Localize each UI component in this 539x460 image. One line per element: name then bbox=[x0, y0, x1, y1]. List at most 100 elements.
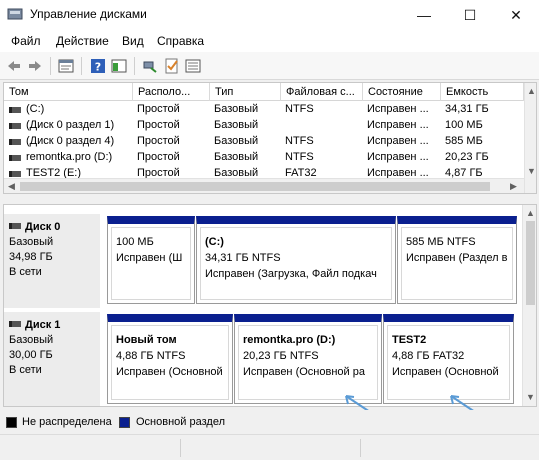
volume-name: remontka.pro (D:) bbox=[26, 151, 113, 163]
disk-name: Диск 0 bbox=[25, 221, 61, 233]
disk-0-info[interactable]: Диск 0 Базовый 34,98 ГБ В сети bbox=[4, 214, 100, 308]
volume-layout: Простой bbox=[137, 119, 180, 131]
toolbar-separator bbox=[50, 57, 51, 75]
maximize-button[interactable]: ☐ bbox=[447, 0, 493, 30]
volume-capacity: 34,31 ГБ bbox=[445, 103, 489, 115]
volume-status: Исправен ... bbox=[367, 103, 429, 115]
disk-0-title: Диск 0 bbox=[9, 220, 100, 235]
legend: Не распределена Основной раздел bbox=[0, 410, 539, 434]
volume-icon bbox=[9, 155, 21, 161]
column-header-filesystem[interactable]: Файловая с... bbox=[281, 83, 363, 101]
scroll-down-icon[interactable]: ▼ bbox=[526, 392, 535, 402]
disk-map-scroll-thumb[interactable] bbox=[526, 221, 535, 305]
partition-disk1-test2[interactable]: TEST2 4,88 ГБ FAT32 Исправен (Основной bbox=[383, 314, 514, 404]
partition-disk0-1[interactable]: 100 МБ Исправен (Ш bbox=[107, 216, 195, 304]
toolbar-separator bbox=[134, 57, 135, 75]
scroll-right-icon[interactable]: ▶ bbox=[510, 181, 517, 192]
partition-body: TEST2 4,88 ГБ FAT32 Исправен (Основной bbox=[387, 325, 510, 400]
legend-label-unallocated: Не распределена bbox=[22, 416, 112, 428]
partition-size: 20,23 ГБ NTFS bbox=[243, 350, 319, 362]
column-header-status[interactable]: Состояние bbox=[363, 83, 441, 101]
volume-layout: Простой bbox=[137, 103, 180, 115]
scroll-up-icon[interactable]: ▲ bbox=[526, 208, 535, 218]
table-row[interactable]: (Диск 0 раздел 4) Простой Базовый NTFS И… bbox=[4, 134, 524, 150]
scroll-left-icon[interactable]: ◀ bbox=[8, 181, 15, 192]
partition-name: (C:) bbox=[205, 236, 224, 248]
column-header-type[interactable]: Тип bbox=[210, 83, 281, 101]
menu-help[interactable]: Справка bbox=[157, 34, 204, 48]
vertical-scrollbar[interactable]: ▲ ▼ bbox=[524, 83, 536, 193]
volume-layout: Простой bbox=[137, 135, 180, 147]
volume-icon bbox=[9, 171, 21, 177]
partition-size: 100 МБ bbox=[116, 236, 154, 248]
partition-disk1-remontka[interactable]: remontka.pro (D:) 20,23 ГБ NTFS Исправен… bbox=[234, 314, 382, 404]
partition-status: Исправен (Основной bbox=[392, 366, 499, 378]
disk-status: В сети bbox=[9, 364, 42, 376]
properties-icon[interactable] bbox=[58, 58, 74, 74]
column-header-capacity[interactable]: Емкость bbox=[441, 83, 524, 101]
disk-1-info[interactable]: Диск 1 Базовый 30,00 ГБ В сети bbox=[4, 312, 100, 406]
partition-size: 34,31 ГБ NTFS bbox=[205, 252, 281, 264]
close-button[interactable]: ✕ bbox=[493, 0, 539, 30]
partition-disk0-c[interactable]: (C:) 34,31 ГБ NTFS Исправен (Загрузка, Ф… bbox=[196, 216, 396, 304]
volume-filesystem: NTFS bbox=[285, 103, 314, 115]
table-row[interactable]: remontka.pro (D:) Простой Базовый NTFS И… bbox=[4, 150, 524, 166]
partition-name: remontka.pro (D:) bbox=[243, 334, 336, 346]
menu-file[interactable]: Файл bbox=[11, 34, 41, 48]
volume-icon bbox=[9, 139, 21, 145]
back-arrow-icon[interactable] bbox=[6, 58, 22, 74]
title-bar: Управление дисками — ☐ ✕ bbox=[0, 0, 539, 30]
partition-status: Исправен (Раздел в bbox=[406, 252, 508, 264]
partition-body: 100 МБ Исправен (Ш bbox=[111, 227, 191, 300]
disk-type: Базовый bbox=[9, 236, 54, 248]
toolbar: ? bbox=[0, 52, 539, 80]
menu-view[interactable]: Вид bbox=[122, 34, 144, 48]
horizontal-scroll-thumb[interactable] bbox=[20, 182, 490, 191]
disk-status: В сети bbox=[9, 266, 42, 278]
volume-icon bbox=[9, 107, 21, 113]
scroll-up-icon[interactable]: ▲ bbox=[527, 86, 536, 96]
column-header-volume[interactable]: Том bbox=[4, 83, 133, 101]
partition-body: 585 МБ NTFS Исправен (Раздел в bbox=[401, 227, 513, 300]
volume-icon bbox=[9, 123, 21, 129]
connect-icon[interactable] bbox=[142, 58, 158, 74]
list-view-icon[interactable] bbox=[185, 58, 201, 74]
volume-status: Исправен ... bbox=[367, 135, 429, 147]
column-header-layout[interactable]: Располо... bbox=[133, 83, 210, 101]
volume-name: (Диск 0 раздел 1) bbox=[26, 119, 115, 131]
volume-name: (C:) bbox=[26, 103, 45, 115]
partition-size: 4,88 ГБ FAT32 bbox=[392, 350, 465, 362]
partition-status: Исправен (Загрузка, Файл подкач bbox=[205, 268, 377, 280]
partition-size: 585 МБ NTFS bbox=[406, 236, 476, 248]
scroll-down-icon[interactable]: ▼ bbox=[527, 166, 536, 176]
menu-action[interactable]: Действие bbox=[56, 34, 109, 48]
forward-arrow-icon[interactable] bbox=[27, 58, 43, 74]
checklist-icon[interactable] bbox=[164, 58, 180, 74]
volume-list: Том Располо... Тип Файловая с... Состоян… bbox=[3, 82, 537, 194]
disk-map-scrollbar[interactable]: ▲ ▼ bbox=[522, 205, 536, 406]
minimize-button[interactable]: — bbox=[401, 0, 447, 30]
status-segment bbox=[360, 439, 361, 457]
pane-splitter[interactable] bbox=[0, 194, 539, 204]
help-icon[interactable]: ? bbox=[90, 58, 106, 74]
partition-body: remontka.pro (D:) 20,23 ГБ NTFS Исправен… bbox=[238, 325, 378, 400]
partition-disk1-new-volume[interactable]: Новый том 4,88 ГБ NTFS Исправен (Основно… bbox=[107, 314, 233, 404]
window-title: Управление дисками bbox=[30, 7, 147, 21]
disk-icon bbox=[9, 223, 21, 229]
disk-icon bbox=[9, 321, 21, 327]
disk-management-icon bbox=[7, 8, 23, 20]
legend-swatch-unallocated bbox=[6, 417, 17, 428]
horizontal-scrollbar[interactable]: ◀ ▶ bbox=[4, 178, 524, 193]
partition-name: TEST2 bbox=[392, 334, 427, 346]
volume-filesystem: NTFS bbox=[285, 135, 314, 147]
partition-body: (C:) 34,31 ГБ NTFS Исправен (Загрузка, Ф… bbox=[200, 227, 392, 300]
volume-type: Базовый bbox=[214, 135, 259, 147]
console-tree-icon[interactable] bbox=[111, 58, 127, 74]
partition-disk0-4[interactable]: 585 МБ NTFS Исправен (Раздел в bbox=[397, 216, 517, 304]
disk-size: 30,00 ГБ bbox=[9, 349, 53, 361]
table-row[interactable]: (Диск 0 раздел 1) Простой Базовый Исправ… bbox=[4, 118, 524, 134]
volume-capacity: 585 МБ bbox=[445, 135, 483, 147]
table-row[interactable]: (C:) Простой Базовый NTFS Исправен ... 3… bbox=[4, 102, 524, 118]
partition-size: 4,88 ГБ NTFS bbox=[116, 350, 186, 362]
volume-capacity: 20,23 ГБ bbox=[445, 151, 489, 163]
